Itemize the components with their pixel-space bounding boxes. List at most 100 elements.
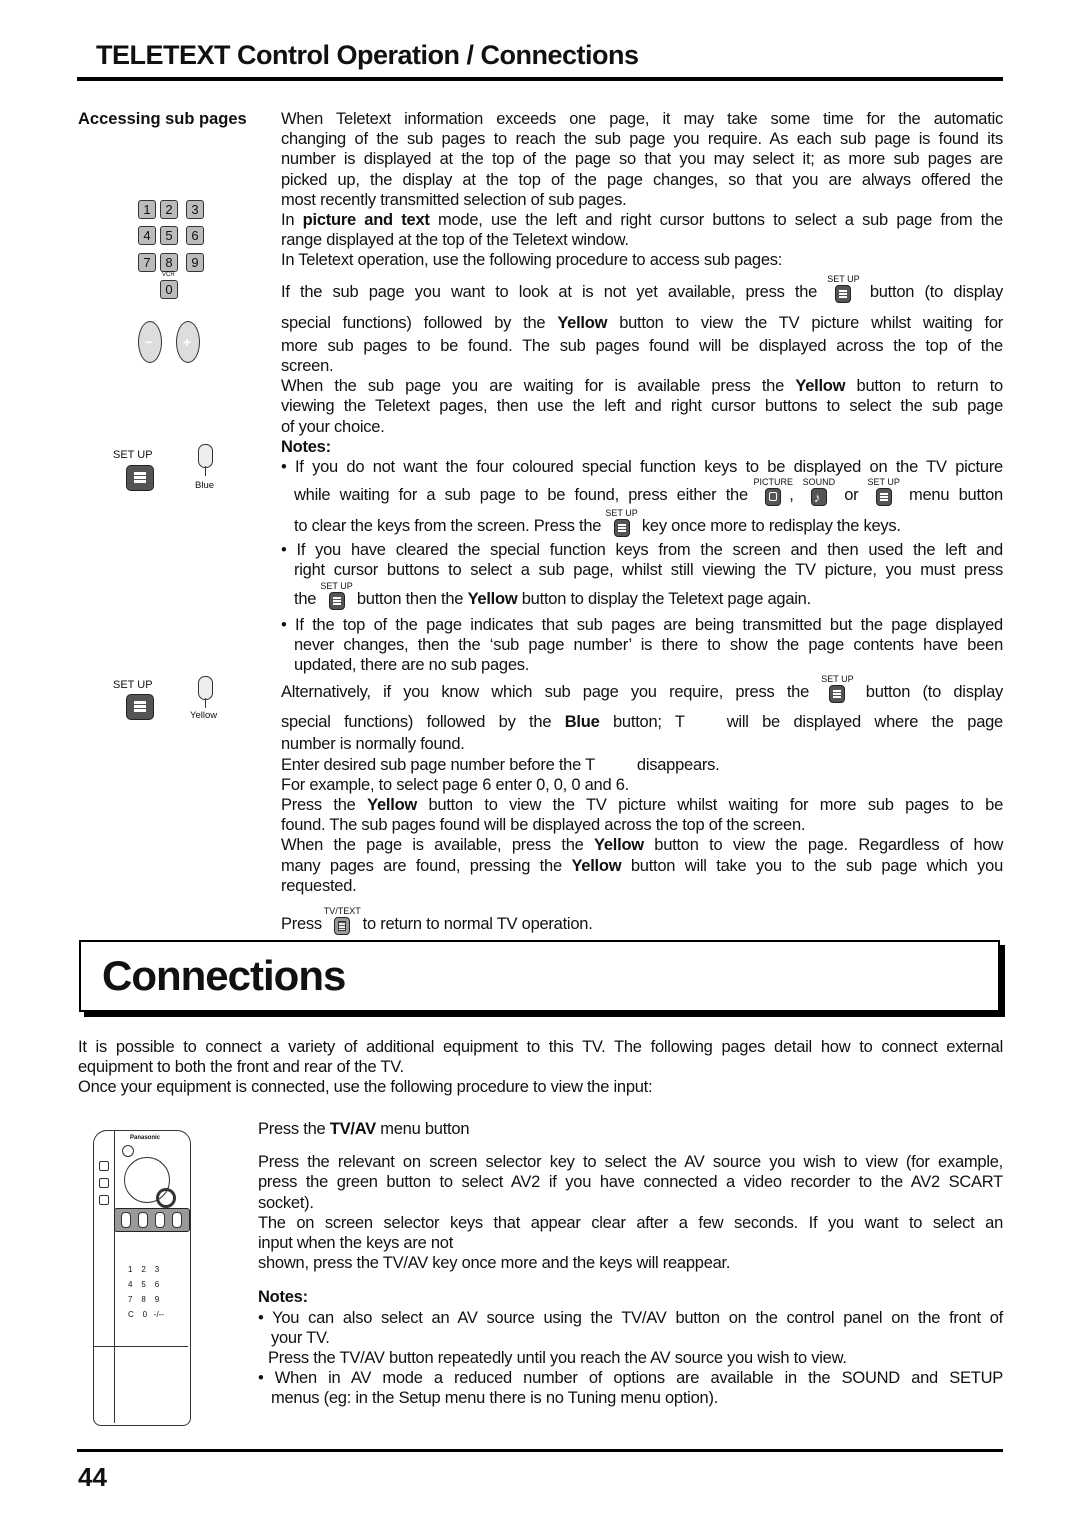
- para-line: Enter desired sub page number before the…: [281, 755, 1003, 775]
- para-line: shown, press the TV/AV key once more and…: [258, 1254, 731, 1273]
- rkey: C: [128, 1310, 134, 1319]
- para-line: most recently transmitted selection of s…: [281, 190, 627, 209]
- tvtext-button-icon: TV/TEXT: [324, 906, 361, 936]
- para-line: When the sub page you are waiting for is…: [281, 376, 1003, 396]
- text: button (to display: [869, 282, 1004, 301]
- remote-divider: [114, 1131, 115, 1423]
- note-line: • When in AV mode a reduced number of op…: [258, 1369, 1003, 1388]
- text: button will take you to the sub page whi…: [621, 856, 1003, 875]
- para-line: equipment to both the front and rear of …: [78, 1058, 404, 1077]
- text: When the page is available, press the: [281, 836, 594, 855]
- para-line: number is normally found.: [281, 735, 465, 754]
- note-line: • You can also select an AV source using…: [258, 1308, 1003, 1327]
- text: special functions) followed by the: [281, 713, 565, 732]
- sub-pages-text: When Teletext information exceeds one pa…: [281, 109, 1004, 936]
- rkey: 3: [154, 1265, 160, 1274]
- setup-icon: [126, 694, 154, 720]
- para-line: special functions) followed by the Yello…: [281, 313, 1003, 333]
- key-4: 4: [138, 226, 156, 245]
- yellow-caption: Yellow: [190, 710, 218, 721]
- notes-title: Notes:: [281, 437, 331, 456]
- note-line: updated, there are no sub pages.: [294, 656, 530, 675]
- text: button to return to: [845, 377, 1004, 396]
- note-line: while waiting for a sub page to be found…: [281, 477, 1003, 507]
- sound-icon: [99, 1178, 109, 1188]
- key-6: 6: [186, 226, 204, 245]
- note-line: the SET UP button then the Yellow button…: [281, 581, 1003, 610]
- rkey: 8: [141, 1295, 146, 1304]
- text: Press: [281, 915, 322, 934]
- page-number: 44: [78, 1462, 107, 1492]
- yellow-button-icon: [198, 676, 213, 700]
- picture-icon: [99, 1161, 109, 1171]
- bold-text: Yellow: [467, 589, 518, 608]
- para-line: picked up, the display at the top of the…: [281, 170, 1003, 189]
- note-line: Press the TV/AV button repeatedly until …: [268, 1349, 847, 1368]
- text: key once more to redisplay the keys.: [641, 517, 901, 536]
- note-line: to clear the keys from the screen. Press…: [281, 508, 1003, 538]
- para-line: It is possible to connect a variety of a…: [78, 1038, 1003, 1056]
- para-line: press the green button to select AV2 if …: [258, 1173, 1003, 1192]
- text: mode, use the left and right cursor butt…: [429, 211, 1003, 230]
- text: to clear the keys from the screen. Press…: [294, 517, 602, 536]
- note-line: menus (eg: in the Setup menu there is no…: [271, 1389, 719, 1408]
- para-line: When Teletext information exceeds one pa…: [281, 110, 1003, 128]
- para-line: more sub pages to be found. The sub page…: [281, 336, 1003, 355]
- note-line: • If the top of the page indicates that …: [281, 615, 1003, 634]
- para-line: of your choice.: [281, 417, 385, 436]
- stem: [205, 698, 206, 708]
- text: button to display the Teletext page agai…: [517, 589, 811, 608]
- para-line: In picture and text mode, use the left a…: [281, 210, 1003, 230]
- vcr-label: VCR: [162, 272, 175, 278]
- colour-keys-highlight: [114, 1208, 190, 1232]
- para-line: Alternatively, if you know which sub pag…: [281, 674, 1003, 704]
- text: button to view the TV picture whilst wai…: [416, 796, 1003, 815]
- setup-button-icon: SET UP: [868, 477, 900, 507]
- para-line: Press the TV/AV menu button: [258, 1119, 1003, 1139]
- section-label: Accessing sub pages: [78, 110, 247, 128]
- para-line: In Teletext operation, use the following…: [281, 251, 783, 270]
- green-key: [138, 1212, 148, 1228]
- picture-button-icon: PICTURE: [753, 477, 793, 507]
- text: menu button: [909, 486, 1003, 505]
- setup-icon: [99, 1195, 109, 1205]
- blue-button-icon: [198, 444, 213, 468]
- text: special functions) followed by the: [281, 313, 558, 332]
- rkey: 4: [128, 1280, 133, 1289]
- notes-title: Notes:: [258, 1288, 308, 1307]
- rkey: 7: [128, 1295, 133, 1304]
- para-line: found. The sub pages found will be displ…: [281, 816, 806, 835]
- bold-text: Yellow: [367, 796, 417, 815]
- para-line: number is displayed at the top of the pa…: [281, 150, 1003, 169]
- key-8: 8: [160, 253, 178, 272]
- text: to return to normal TV operation.: [362, 915, 593, 934]
- remote-keypad: 1 2 3 4 5 6 7 8 9 C 0 -/--: [128, 1262, 164, 1322]
- setup-caption: SET UP: [113, 449, 153, 461]
- note-line: • If you have cleared the special functi…: [281, 541, 1003, 560]
- text: disappears.: [636, 755, 720, 774]
- para-line: Press TV/TEXT to return to normal TV ope…: [281, 906, 1003, 936]
- text: button then the: [356, 589, 468, 608]
- text: In: [281, 211, 303, 230]
- text: When the sub page you are waiting for is…: [281, 377, 796, 396]
- text: or: [844, 486, 859, 505]
- para-line: range displayed at the top of the Telete…: [281, 231, 629, 250]
- power-icon: [122, 1145, 134, 1157]
- bold-text: Yellow: [795, 377, 846, 396]
- key-5: 5: [160, 226, 178, 245]
- para-line: screen.: [281, 357, 334, 376]
- setup-icon: [126, 465, 154, 491]
- para-line: When the page is available, press the Ye…: [281, 835, 1003, 855]
- bold-text: picture and text: [302, 211, 430, 230]
- plus-cursor-icon: +: [176, 321, 200, 363]
- blue-key: [172, 1212, 182, 1228]
- para-line: The on screen selector keys that appear …: [258, 1213, 1003, 1232]
- para-line: For example, to select page 6 enter 0, 0…: [281, 775, 629, 794]
- rkey: 5: [141, 1280, 146, 1289]
- key-2: 2: [160, 200, 178, 219]
- rkey: 6: [154, 1280, 160, 1289]
- text: many pages are found, pressing the: [281, 856, 572, 875]
- note-line: your TV.: [271, 1328, 330, 1347]
- text: Press the: [258, 1120, 330, 1138]
- remote-lower-divider: [94, 1346, 188, 1347]
